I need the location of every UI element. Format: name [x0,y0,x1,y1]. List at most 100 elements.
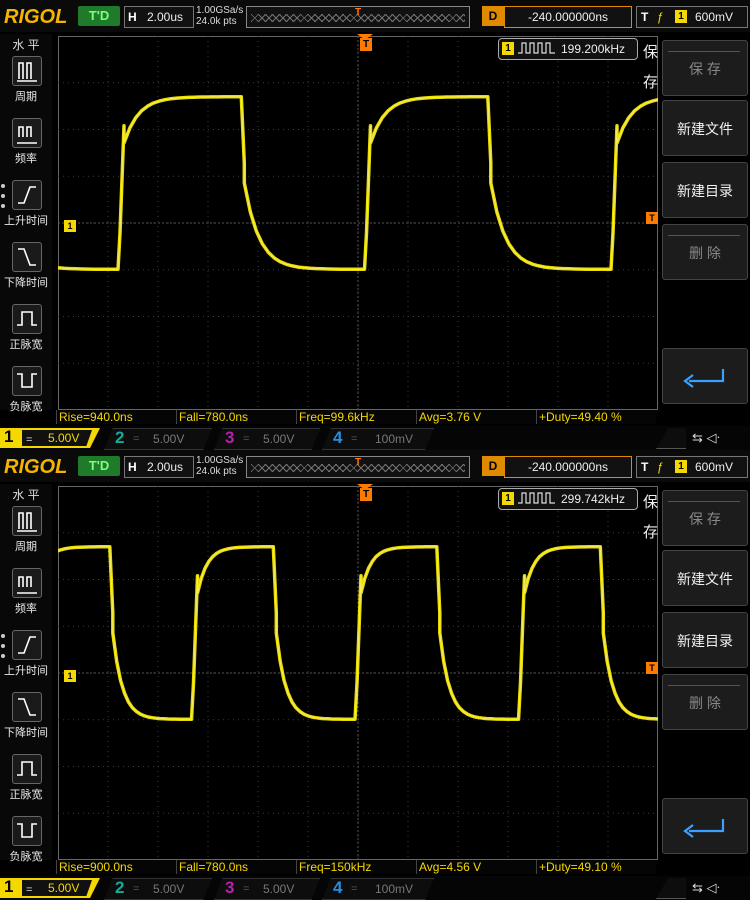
measure-item[interactable]: 频率 [2,564,50,622]
channel-4-tab[interactable]: 4 = 100mV [322,428,434,450]
channel1-offset-marker[interactable]: 1 [64,670,76,682]
delay-label: D [482,6,504,26]
coupling-icon: = [351,883,358,895]
coupling-icon: = [26,884,33,896]
channel-scale: 100mV [375,882,414,896]
new-file-label: 新建文件 [677,571,733,587]
measurement-value: Freq=99.6kHz [296,410,375,424]
memory-depth: 24.0k pts [196,16,237,27]
measure-item[interactable]: 上升时间 [2,626,50,684]
waveform-grid[interactable] [58,486,658,860]
delete-button[interactable]: 删 除 [662,674,748,730]
measure-item[interactable]: 频率 [2,114,50,172]
channel-number: 2 [115,428,125,447]
channel-scale: 5.00V [263,432,295,446]
channel-number: 2 [115,878,125,897]
header-bar: RIGOL T'D H 2.00us 1.00GSa/s 24.0k pts T… [0,0,750,32]
rigol-logo: RIGOL [4,6,68,28]
negative-width-icon [12,816,42,846]
menu-title: 水 平 [12,488,40,502]
grid-and-trace [58,486,658,860]
channel-3-tab[interactable]: 3 = 5.00V [214,428,320,450]
sample-rate: 1.00GSa/s [196,455,244,466]
header-bar: RIGOL T'D H 2.00us 1.00GSa/s 24.0k pts T… [0,450,750,482]
measure-item[interactable]: 上升时间 [2,176,50,234]
channel-scale: 5.00V [153,882,185,896]
channel-scale: 5.00V [48,881,80,895]
sample-info: 1.00GSa/s 24.0k pts [196,455,243,477]
measure-item-label: 下降时间 [4,277,48,289]
channel-1-tab[interactable]: 1 = 5.00V [0,878,100,898]
left-measure-menu: 水 平 周期频率上升时间 下降时间 正脉宽负脉宽 [0,484,52,863]
delete-label: 删 除 [689,695,721,711]
coupling-icon: = [243,433,250,445]
delay-value[interactable]: -240.000000ns [504,456,632,478]
measure-item-label: 频率 [15,153,37,165]
left-measure-menu: 水 平 周期 频率 上升时间 下降时间 正脉宽 负脉宽 [0,34,52,413]
measure-item[interactable]: 正脉宽 [2,300,50,358]
channel-3-tab[interactable]: 3 = 5.00V [214,878,320,900]
trigger-channel: 1 [675,10,687,23]
new-folder-button[interactable]: 新建目录 [662,162,748,218]
right-menu-title: 保存 [643,494,659,541]
save-button-label: 保 存 [689,61,721,77]
back-button[interactable] [662,348,748,404]
new-file-button[interactable]: 新建文件 [662,550,748,606]
channel1-offset-marker[interactable]: 1 [64,220,76,232]
measure-item-label: 频率 [15,603,37,615]
measure-item-label: 负脉宽 [9,851,43,863]
channel-number: 1 [4,877,14,896]
timebase-value: 2.00us [147,460,184,474]
channel-4-tab[interactable]: 4 = 100mV [322,878,434,900]
measure-item[interactable]: 周期 [2,502,50,560]
memory-timeline[interactable]: T [246,6,470,28]
trigger-level-marker[interactable]: T [646,212,658,224]
timebase-box[interactable]: H 2.00us [124,456,194,478]
delay-value[interactable]: -240.000000ns [504,6,632,28]
measure-item[interactable]: 下降时间 [2,688,50,746]
channel-2-tab[interactable]: 2 = 5.00V [104,878,212,900]
back-button[interactable] [662,798,748,854]
measure-item[interactable]: 负脉宽 [2,362,50,420]
trigger-time-marker[interactable]: T [360,488,372,501]
measure-item[interactable]: 下降时间 [2,238,50,296]
channel-number: 4 [333,878,343,897]
waveform-grid[interactable] [58,36,658,410]
measure-item[interactable]: 正脉宽 [2,750,50,808]
measure-item[interactable]: 周期 [2,52,50,110]
frequency-counter: 1 199.200kHz [498,38,638,60]
new-file-button[interactable]: 新建文件 [662,100,748,156]
channel-1-tab[interactable]: 1 = 5.00V [0,428,100,448]
grid-and-trace [58,36,658,410]
trigger-time-marker[interactable]: T [360,38,372,51]
fall-time-icon [12,692,42,722]
new-folder-button[interactable]: 新建目录 [662,612,748,668]
coupling-icon: = [133,433,140,445]
measure-item[interactable]: 负脉宽 [2,812,50,870]
measurement-value: Fall=780.0ns [176,410,248,424]
save-button[interactable]: 保 存 [662,40,748,96]
channel-bar-end [656,428,686,449]
measurement-bar: Rise=900.0ns Fall=780.0ns Freq=150kHz Avg=4… [56,860,656,874]
measure-item-label: 负脉宽 [9,401,43,413]
channel-2-tab[interactable]: 2 = 5.00V [104,428,212,450]
measurement-value: +Duty=49.10 % [536,860,622,874]
measurement-value: +Duty=49.40 % [536,410,622,424]
channel-bar: 1 = 5.00V 2 = 5.00V 3 = 5.00V 4 = 100mV ⇆… [0,876,750,900]
measurement-value: Avg=4.56 V [416,860,481,874]
new-file-label: 新建文件 [677,121,733,137]
trigger-box[interactable]: T ƒ 1 600mV [636,6,748,28]
delete-button[interactable]: 删 除 [662,224,748,280]
channel-bar: 1 = 5.00V 2 = 5.00V 3 = 5.00V 4 = 100mV ⇆… [0,426,750,450]
channel-number: 3 [225,428,235,447]
memory-timeline[interactable]: T [246,456,470,478]
trigger-label: T [641,10,649,24]
frequency-icon [12,118,42,148]
timebase-box[interactable]: H 2.00us [124,6,194,28]
save-button[interactable]: 保 存 [662,490,748,546]
period-icon [12,506,42,536]
trigger-box[interactable]: T ƒ 1 600mV [636,456,748,478]
scope-screen-top: RIGOL T'D H 2.00us 1.00GSa/s 24.0k pts T… [0,0,750,450]
trigger-level-marker[interactable]: T [646,662,658,674]
timebase-label: H [128,10,137,24]
